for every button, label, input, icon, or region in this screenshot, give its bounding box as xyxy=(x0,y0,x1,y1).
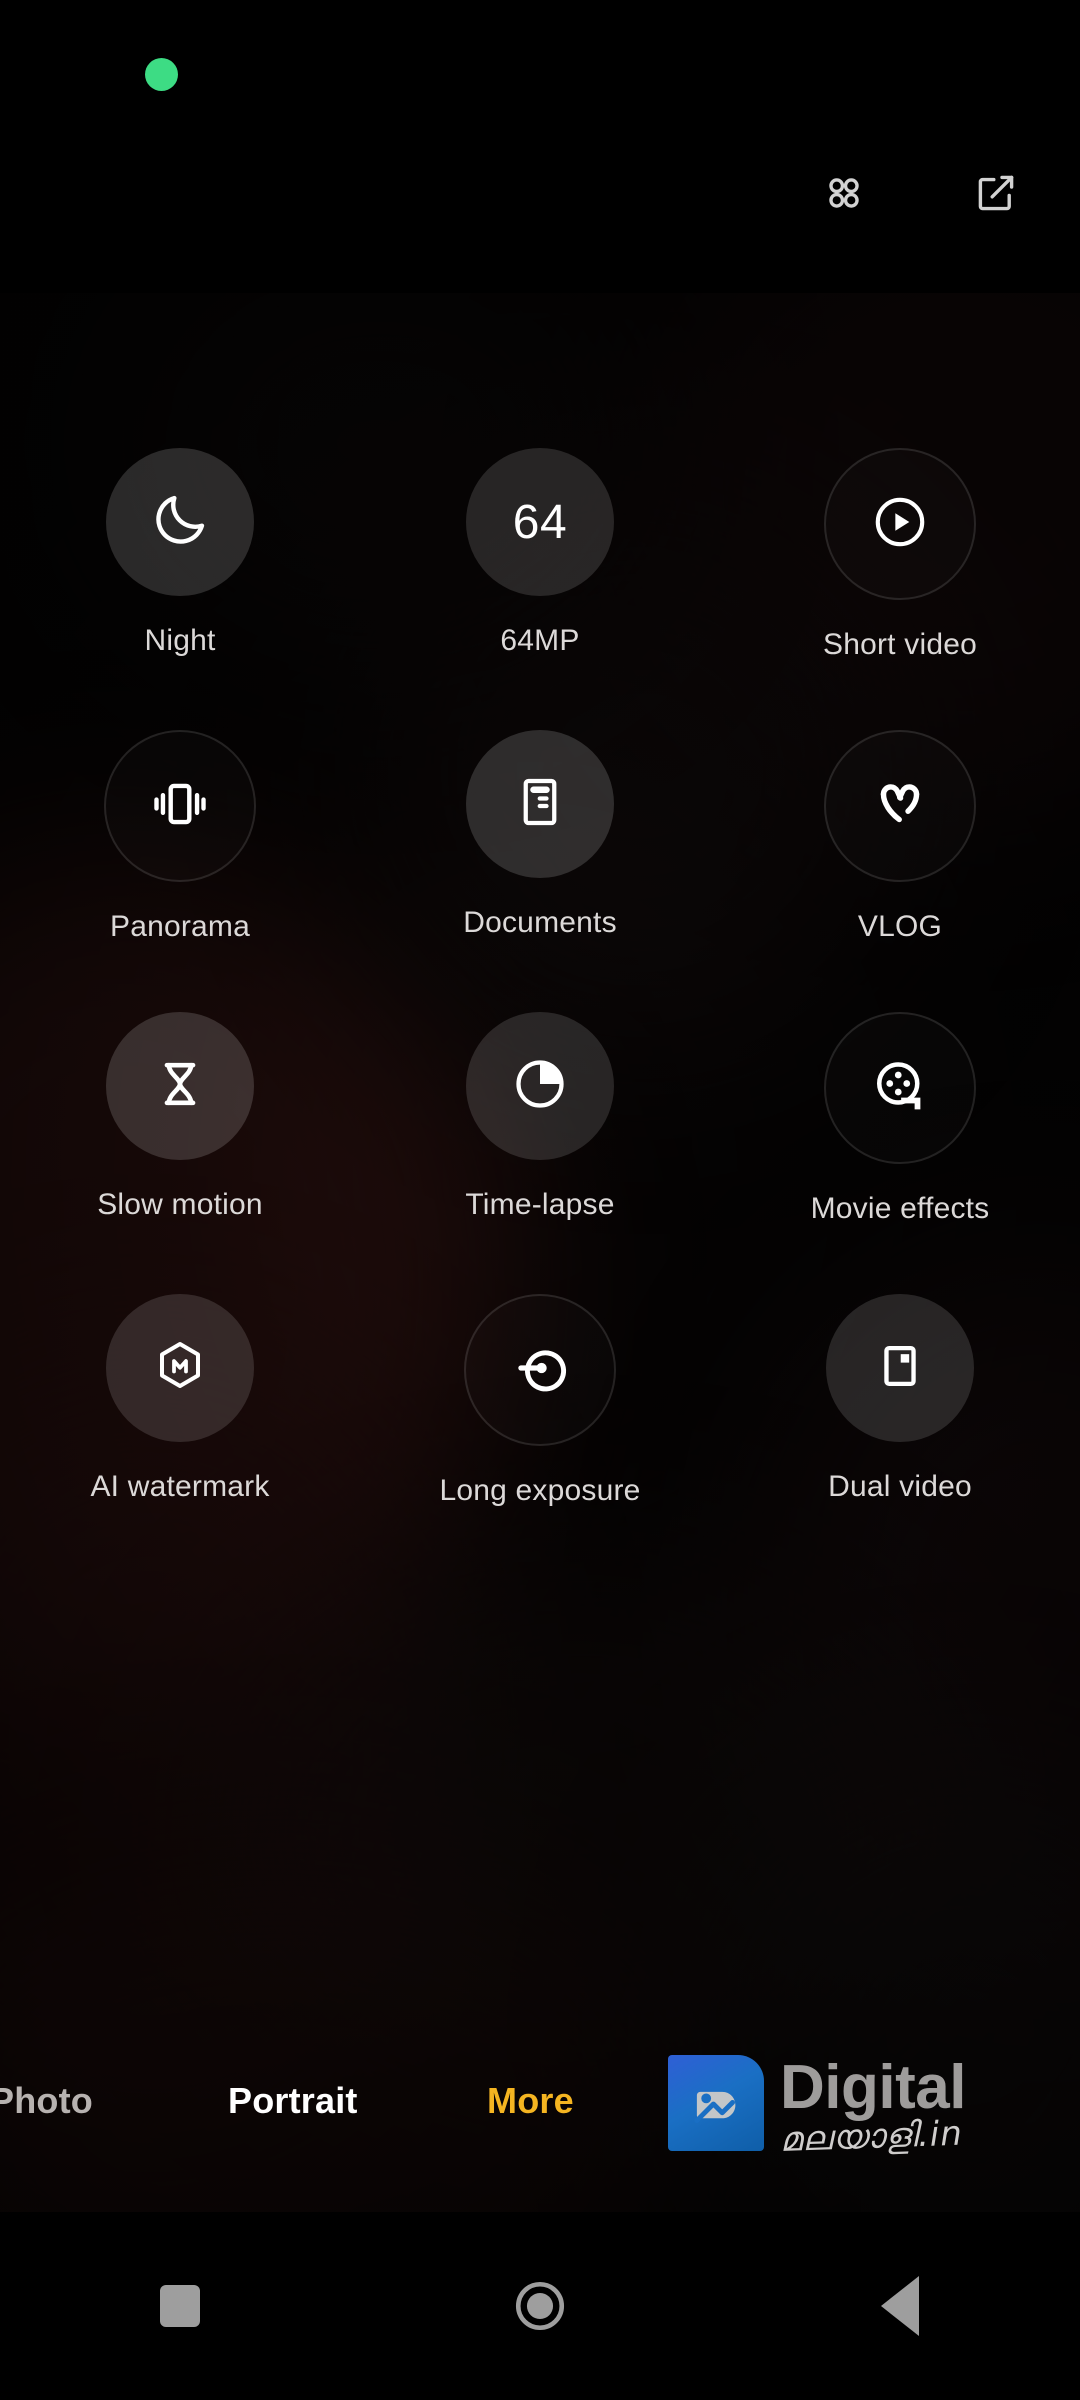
mode-icon-container[interactable] xyxy=(824,1012,976,1164)
mode-item-64mp[interactable]: 64 64MP xyxy=(360,448,720,660)
mode-item-movie-effects[interactable]: Movie effects xyxy=(720,1012,1080,1224)
megapixel-text: 64 xyxy=(512,495,568,549)
camera-top-toolbar xyxy=(816,165,1024,221)
mode-icon-container[interactable] xyxy=(824,730,976,882)
watermark-text-block: Digital മലയാളി.in xyxy=(779,2053,966,2160)
hourglass-icon xyxy=(151,1055,209,1118)
mode-icon-container[interactable] xyxy=(106,1012,254,1160)
mode-label: Dual video xyxy=(828,1470,972,1503)
square-icon xyxy=(160,2285,200,2327)
camera-in-use-dot-icon xyxy=(145,58,178,91)
android-navigation-bar xyxy=(0,2212,1080,2400)
mode-item-time-lapse[interactable]: Time-lapse xyxy=(360,1012,720,1224)
mode-label: Slow motion xyxy=(97,1188,263,1221)
digital-malayali-watermark: Digital മലയാളി.in xyxy=(668,2053,966,2160)
mode-item-documents[interactable]: Documents xyxy=(360,730,720,942)
mode-label: Night xyxy=(144,624,216,657)
mode-item-panorama[interactable]: Panorama xyxy=(0,730,360,942)
mode-label: AI watermark xyxy=(90,1470,270,1503)
triangle-left-icon xyxy=(881,2276,919,2336)
vlog-v-icon xyxy=(869,773,931,840)
dual-video-icon xyxy=(871,1337,929,1400)
mode-icon-container[interactable] xyxy=(104,730,256,882)
film-reel-icon xyxy=(870,1056,930,1121)
mode-icon-container[interactable] xyxy=(106,448,254,596)
mode-icon-container[interactable] xyxy=(106,1294,254,1442)
circle-icon xyxy=(515,2281,565,2331)
mode-icon-container[interactable] xyxy=(826,1294,974,1442)
mode-label: Movie effects xyxy=(810,1192,990,1225)
mode-tab-more[interactable]: More xyxy=(487,2080,574,2122)
mode-icon-container[interactable] xyxy=(464,1294,616,1446)
timelapse-icon xyxy=(510,1054,570,1119)
watermark-logo-icon xyxy=(668,2055,764,2151)
hexagon-m-icon xyxy=(150,1336,210,1401)
mode-row: Panorama Documents VLOG xyxy=(0,730,1080,942)
mode-tab-portrait[interactable]: Portrait xyxy=(228,2080,358,2122)
mode-item-short-video[interactable]: Short video xyxy=(720,448,1080,660)
mode-item-night[interactable]: Night xyxy=(0,448,360,660)
camera-preview[interactable]: Night 64 64MP Short video Panorama Docum… xyxy=(0,293,1080,2212)
home-button[interactable] xyxy=(465,2246,615,2366)
mode-icon-container[interactable]: 64 xyxy=(466,448,614,596)
mode-label: Short video xyxy=(823,628,977,661)
document-icon xyxy=(510,772,570,837)
long-exposure-icon xyxy=(509,1337,571,1404)
mode-tab-photo[interactable]: Photo xyxy=(0,2080,93,2122)
more-modes-grid: Night 64 64MP Short video Panorama Docum… xyxy=(0,293,1080,1576)
watermark-subtitle: മലയാളി.in xyxy=(779,2113,964,2160)
mode-icon-container[interactable] xyxy=(824,448,976,600)
moon-icon xyxy=(149,489,211,556)
mode-icon-container[interactable] xyxy=(466,730,614,878)
watermark-title: Digital xyxy=(780,2053,966,2122)
panorama-phone-icon xyxy=(149,773,211,840)
edit-compose-icon[interactable] xyxy=(968,165,1024,221)
mode-item-vlog[interactable]: VLOG xyxy=(720,730,1080,942)
mode-label: 64MP xyxy=(500,624,580,657)
grid-dots-icon[interactable] xyxy=(816,165,872,221)
play-circle-icon xyxy=(869,491,931,558)
mode-item-dual-video[interactable]: Dual video xyxy=(720,1294,1080,1506)
mode-label: Panorama xyxy=(109,910,250,943)
mode-row: Slow motion Time-lapse Movie effects xyxy=(0,1012,1080,1224)
back-button[interactable] xyxy=(825,2246,975,2366)
mode-item-ai-watermark[interactable]: AI watermark xyxy=(0,1294,360,1506)
camera-app-screen: Night 64 64MP Short video Panorama Docum… xyxy=(0,0,1080,2400)
mode-row: AI watermark Long exposure Dual video xyxy=(0,1294,1080,1506)
mode-item-long-exposure[interactable]: Long exposure xyxy=(360,1294,720,1506)
mode-item-slow-motion[interactable]: Slow motion xyxy=(0,1012,360,1224)
mode-label: VLOG xyxy=(857,910,943,943)
mode-label: Long exposure xyxy=(439,1474,641,1507)
mode-label: Time-lapse xyxy=(465,1188,615,1221)
recents-button[interactable] xyxy=(105,2246,255,2366)
mode-icon-container[interactable] xyxy=(466,1012,614,1160)
status-bar xyxy=(0,0,1080,293)
mode-label: Documents xyxy=(463,906,617,939)
mode-row: Night 64 64MP Short video xyxy=(0,448,1080,660)
